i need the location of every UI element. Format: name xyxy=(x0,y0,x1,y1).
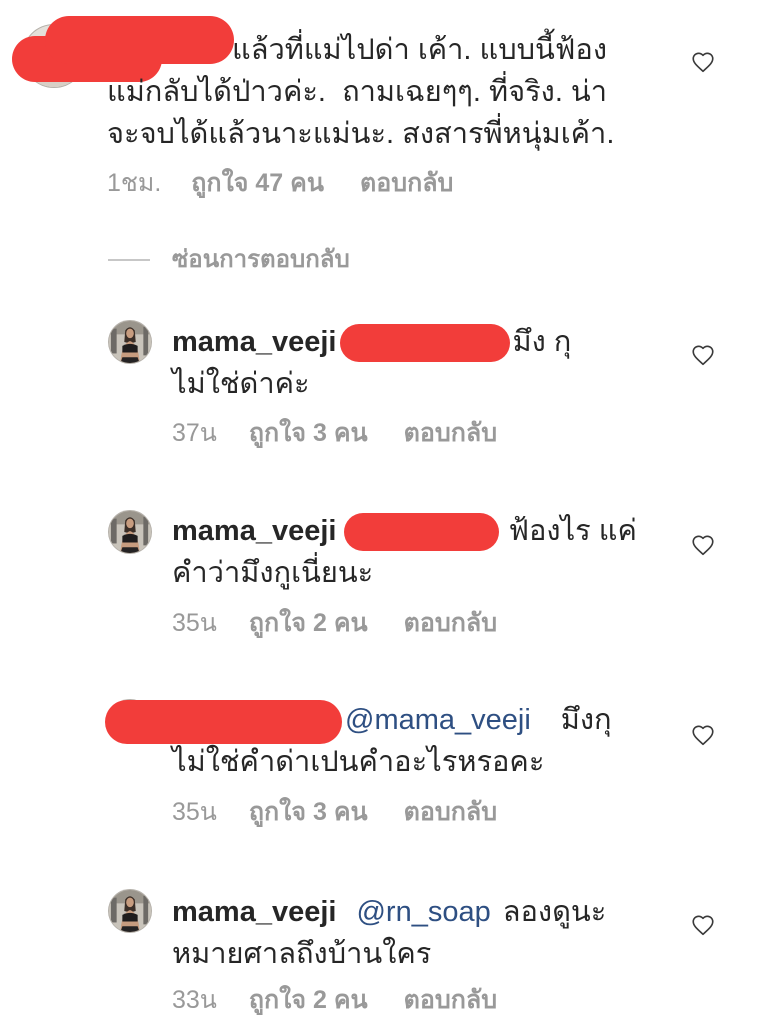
comment-text: แล้วที่แม่ไปด่า เค้า. แบบนี้ฟ้อง แม่กลับ… xyxy=(107,29,614,155)
comment-meta: 35น ถูกใจ 2 คน ตอบกลับ xyxy=(172,608,497,638)
comment-text-segment: มึง กุ xyxy=(512,326,572,358)
username[interactable]: mama_veeji xyxy=(172,326,336,358)
reply-button[interactable]: ตอบกลับ xyxy=(404,609,497,637)
comment-text-segment: ลองดูนะ xyxy=(502,896,607,928)
reply-comment: mama_veeji ฟ้องไร แค่ คำว่ามึงกูเนี่ยนะ 3… xyxy=(0,510,757,640)
avatar[interactable] xyxy=(108,320,152,364)
reply-comment: mama_veeji มึง กุ ไม่ใช่ด่าค่ะ 37น ถูกใจ 3… xyxy=(0,320,757,451)
comment-meta: 1ชม. ถูกใจ 47 คน ตอบกลับ xyxy=(107,168,453,198)
comment-text-line: แล้วที่แม่ไปด่า เค้า. แบบนี้ฟ้อง xyxy=(232,34,607,66)
comment-thread: แล้วที่แม่ไปด่า เค้า. แบบนี้ฟ้อง แม่กลับ… xyxy=(0,0,757,1024)
avatar[interactable] xyxy=(108,889,152,933)
likes-count[interactable]: ถูกใจ 2 คน xyxy=(249,986,368,1014)
comment-meta: 35น ถูกใจ 3 คน ตอบกลับ xyxy=(172,797,497,827)
username[interactable]: mama_veeji xyxy=(172,896,336,928)
likes-count[interactable]: ถูกใจ 3 คน xyxy=(249,798,368,826)
comment-text-line: แม่กลับได้ป่าวค่ะ. ถามเฉยๆๆ. ที่จริง. น่… xyxy=(107,76,608,108)
reply-button[interactable]: ตอบกลับ xyxy=(404,419,497,447)
reply-button[interactable]: ตอบกลับ xyxy=(404,986,497,1014)
comment-text-line: ไม่ใช่ด่าค่ะ xyxy=(172,368,310,400)
comment-text-segment: มึงกุ xyxy=(560,704,612,736)
comment-time: 35น xyxy=(172,798,217,826)
comment-text-segment: ฟ้องไร แค่ xyxy=(508,515,637,547)
likes-count[interactable]: ถูกใจ 47 คน xyxy=(191,169,324,197)
comment-text: mama_veeji ฟ้องไร แค่ คำว่ามึงกูเนี่ยนะ xyxy=(172,510,637,594)
reply-button[interactable]: ตอบกลับ xyxy=(360,169,453,197)
likes-count[interactable]: ถูกใจ 2 คน xyxy=(249,609,368,637)
comment-text-line: ไม่ใช่คำด่าเปนคำอะไรหรอคะ xyxy=(172,746,545,778)
comment-time: 33น xyxy=(172,986,217,1014)
reply-comment: mama_veeji @rn_soap ลองดูนะ หมายศาลถึงบ้าน… xyxy=(0,889,757,1021)
heart-icon[interactable] xyxy=(690,722,716,748)
comment-text-line: จะจบได้แล้วนาะแม่นะ. สงสารพี่หนุ่มเค้า. xyxy=(107,118,615,150)
heart-icon[interactable] xyxy=(690,342,716,368)
likes-count[interactable]: ถูกใจ 3 คน xyxy=(249,419,368,447)
comment-text-line: คำว่ามึงกูเนี่ยนะ xyxy=(172,557,374,589)
hide-replies-button[interactable]: ซ่อนการตอบกลับ xyxy=(172,245,350,275)
heart-icon[interactable] xyxy=(690,49,716,75)
mention-link[interactable]: @mama_veeji xyxy=(345,704,531,736)
comment-time: 1ชม. xyxy=(107,169,162,197)
heart-icon[interactable] xyxy=(690,532,716,558)
reply-comment: @mama_veeji มึงกุ ไม่ใช่คำด่าเปนคำอะไรหรอ… xyxy=(0,699,757,829)
comment-time: 37น xyxy=(172,419,217,447)
heart-icon[interactable] xyxy=(690,912,716,938)
comment-text: mama_veeji มึง กุ ไม่ใช่ด่าค่ะ xyxy=(172,321,571,405)
comment-time: 35น xyxy=(172,609,217,637)
comment-meta: 33น ถูกใจ 2 คน ตอบกลับ xyxy=(172,985,497,1015)
redaction-mark xyxy=(344,513,500,551)
mention-link[interactable]: @rn_soap xyxy=(356,896,490,928)
username[interactable]: mama_veeji xyxy=(172,515,336,547)
avatar[interactable] xyxy=(108,510,152,554)
comment-text: mama_veeji @rn_soap ลองดูนะ หมายศาลถึงบ้าน… xyxy=(172,891,606,975)
comment-meta: 37น ถูกใจ 3 คน ตอบกลับ xyxy=(172,418,497,448)
comment-text: @mama_veeji มึงกุ ไม่ใช่คำด่าเปนคำอะไรหรอ… xyxy=(172,699,612,783)
redaction-mark xyxy=(340,324,511,362)
reply-button[interactable]: ตอบกลับ xyxy=(404,798,497,826)
comment-text-line: หมายศาลถึงบ้านใคร xyxy=(172,938,432,970)
divider-line xyxy=(108,259,150,261)
